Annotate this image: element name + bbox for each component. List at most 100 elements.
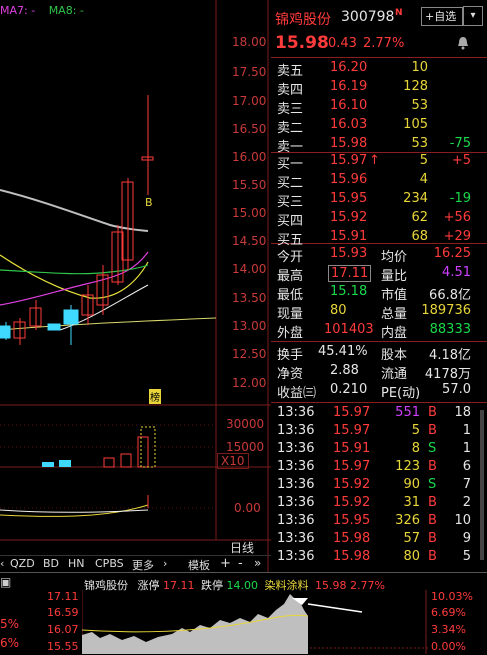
ask-row[interactable]: 卖五 16.20 10 <box>271 59 487 79</box>
buy-marker: B <box>145 196 153 209</box>
stat-row: 最低 15.18 市值 66.8亿 <box>271 283 487 303</box>
kline-chart[interactable] <box>0 0 271 572</box>
ask-qty: 53 <box>411 98 428 113</box>
ask-row[interactable]: 卖二 16.03 105 <box>271 116 487 136</box>
bid-price: 15.96 <box>330 172 368 187</box>
bell-icon[interactable] <box>456 36 470 50</box>
bid-label: 买二 <box>277 176 304 191</box>
stat-pe-value: 57.0 <box>442 382 471 397</box>
stat-turnover-label: 换手 <box>277 348 304 363</box>
plus-icon: + <box>425 10 435 23</box>
volume-unit: X10 <box>217 453 249 469</box>
tick-price: 15.92 <box>333 495 371 510</box>
ask-price: 16.10 <box>330 98 368 113</box>
stat-mktcap-value: 66.8亿 <box>429 288 471 303</box>
stat-low-value: 15.18 <box>330 284 368 299</box>
bid-diff: -19 <box>449 191 471 206</box>
price-tick: 17.00 <box>232 94 267 108</box>
tab-hn[interactable]: HN <box>68 557 85 570</box>
tick-scrollbar[interactable] <box>480 410 484 560</box>
bid-diff: +5 <box>451 153 471 168</box>
calculator-icon[interactable]: ▣ <box>0 575 11 589</box>
tick-count: 18 <box>454 405 471 420</box>
expand-button[interactable]: » <box>254 556 261 570</box>
price-change: 0.43 <box>328 36 357 51</box>
tick-price: 15.91 <box>333 441 371 456</box>
stat-inner-label: 内盘 <box>381 326 408 341</box>
mini-axis-right: 0.00% <box>431 640 466 653</box>
bid-row[interactable]: 买二 15.96 4 <box>271 171 487 191</box>
tick-count: 6 <box>462 459 471 474</box>
stat-totvol-value: 189736 <box>421 303 471 318</box>
tick-time: 13:36 <box>277 477 315 492</box>
price-tick: 16.50 <box>232 122 267 136</box>
tick-count: 7 <box>462 477 471 492</box>
tick-time: 13:36 <box>277 441 315 456</box>
tick-count: 9 <box>462 531 471 546</box>
new-flag: N <box>395 8 403 18</box>
bid-row[interactable]: 买三 15.95 234 -19 <box>271 190 487 210</box>
ask-row[interactable]: 卖四 16.19 128 <box>271 78 487 98</box>
tab-bd[interactable]: BD <box>43 557 59 570</box>
ask-label: 卖四 <box>277 83 304 98</box>
tick-row: 13:36 15.97 5 B 1 <box>271 422 487 441</box>
price-change-pct: 2.77% <box>363 36 405 51</box>
tick-time: 13:36 <box>277 513 315 528</box>
bid-price: 15.92 <box>330 210 368 225</box>
price-tick: 14.00 <box>232 262 267 276</box>
tick-count: 1 <box>462 441 471 456</box>
stat-high-value: 17.11 <box>328 265 372 282</box>
tick-row: 13:36 15.98 57 B 9 <box>271 530 487 549</box>
volume-tick: 30000 <box>226 417 265 431</box>
macd-zero: 0.00 <box>234 501 261 515</box>
zoom-out-button[interactable]: - <box>238 556 243 571</box>
stat-row: 净资 2.88 流通 4178万 <box>271 362 487 382</box>
ma7-label: MA7: - <box>0 4 36 17</box>
mini-left-pct: 6% <box>0 636 20 650</box>
tab-arrow-left[interactable]: ‹ <box>0 557 4 570</box>
bid-diff: +56 <box>443 210 471 225</box>
stat-float-value: 4178万 <box>424 367 471 382</box>
tick-time: 13:36 <box>277 495 315 510</box>
mini-left-pct: 5% <box>0 617 20 631</box>
tab-qzd[interactable]: QZD <box>10 557 35 570</box>
template-button[interactable]: 模板 <box>188 557 210 573</box>
price-tick: 13.00 <box>232 319 267 333</box>
stat-totvol-label: 总量 <box>381 307 408 322</box>
bid-label: 买一 <box>277 157 304 172</box>
bang-badge[interactable]: 榜 <box>149 389 161 404</box>
tick-row: 13:36 15.92 31 B 2 <box>271 494 487 513</box>
annotation-arrow-line <box>307 603 363 613</box>
bid-qty: 68 <box>411 229 428 244</box>
mini-axis-left: 16.07 <box>47 623 79 636</box>
zoom-in-button[interactable]: + <box>220 556 231 571</box>
watchlist-button[interactable]: +自选 <box>421 7 463 26</box>
tick-price: 15.97 <box>333 405 371 420</box>
stock-name: 锦鸡股份 <box>275 12 331 28</box>
tick-row: 13:36 15.92 90 S 7 <box>271 476 487 495</box>
tick-price: 15.95 <box>333 513 371 528</box>
bid-price: 15.95 <box>330 191 368 206</box>
timeframe-label[interactable]: 日线 <box>230 539 254 556</box>
tab-more[interactable]: 更多 <box>132 557 154 573</box>
dropdown-button[interactable]: ▾ <box>463 6 483 26</box>
ask-row[interactable]: 卖三 16.10 53 <box>271 97 487 117</box>
stat-inner-value: 88333 <box>429 322 471 337</box>
price-tick: 13.50 <box>232 291 267 305</box>
price-tick: 18.00 <box>232 35 267 49</box>
bid-row[interactable]: 买四 15.92 62 +56 <box>271 209 487 229</box>
tick-time: 13:36 <box>277 459 315 474</box>
tick-price: 15.92 <box>333 477 371 492</box>
tick-time: 13:36 <box>277 549 315 564</box>
bid-qty: 234 <box>403 191 428 206</box>
tick-volume: 57 <box>403 531 420 546</box>
tab-arrow-right[interactable]: › <box>163 557 167 570</box>
tick-side: B <box>428 459 437 474</box>
ask-label: 卖五 <box>277 64 304 79</box>
tab-cpbs[interactable]: CPBS <box>95 557 124 570</box>
tick-price: 15.98 <box>333 531 371 546</box>
mini-axis-left: 15.55 <box>47 640 79 653</box>
tick-row: 13:36 15.97 123 B 6 <box>271 458 487 477</box>
mini-axis-left: 17.11 <box>47 590 79 603</box>
bid-row[interactable]: 买一 15.97 ↑ 5 +5 <box>271 152 487 172</box>
